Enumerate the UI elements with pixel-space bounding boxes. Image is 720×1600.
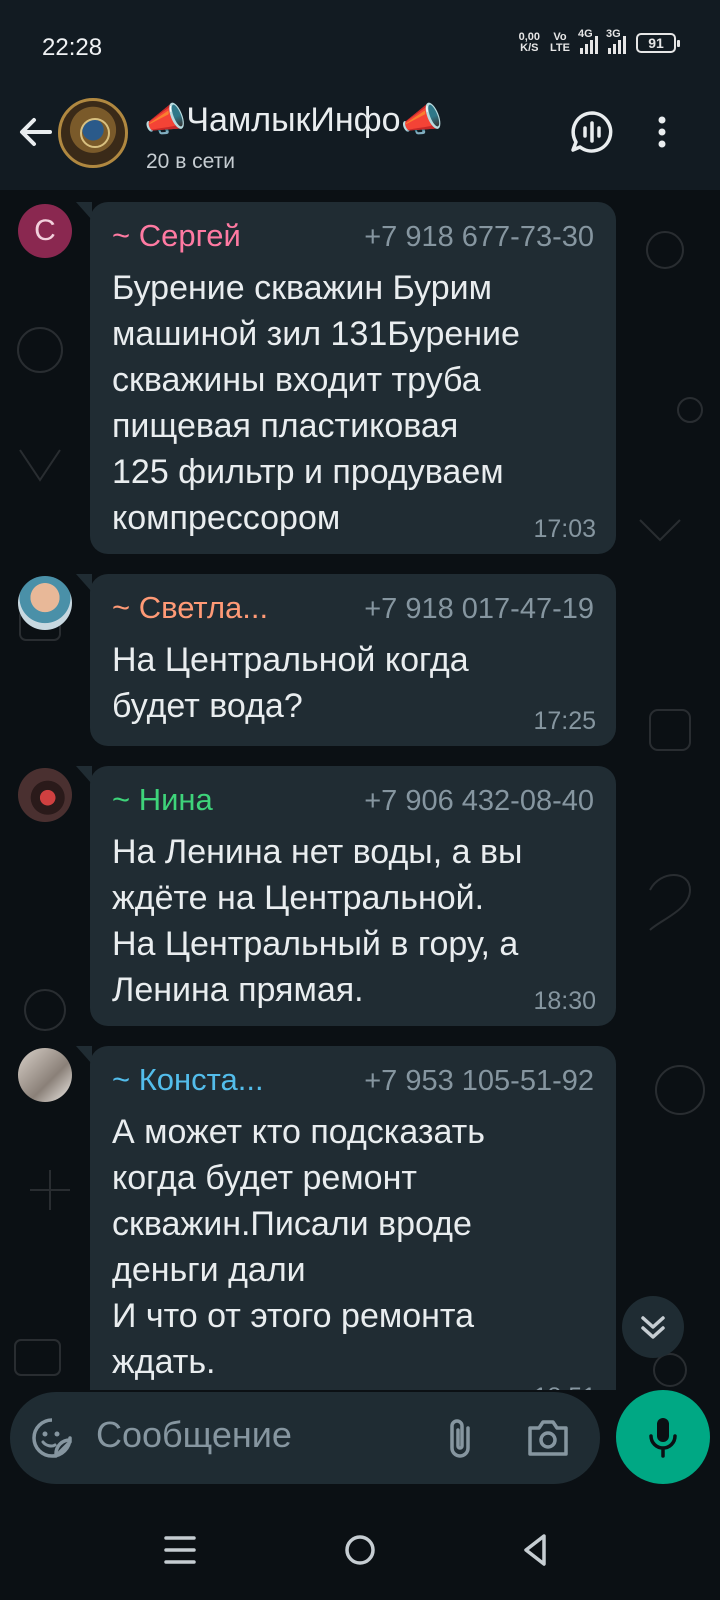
online-count: 20 в сети (146, 150, 236, 173)
message-header: ~ Светла... +7 918 017-47-19 (112, 588, 594, 629)
signal-3g-icon: 3G (606, 28, 626, 54)
chat-header: 📣ЧамлыкИнфо📣 20 в сети (0, 90, 720, 190)
sender-avatar[interactable] (18, 768, 72, 822)
volte-icon: Vo LTE (550, 31, 570, 54)
message-time: 17:25 (533, 707, 596, 735)
sender-name[interactable]: ~ Нина (112, 780, 213, 820)
sender-name[interactable]: ~ Конста... (112, 1060, 264, 1100)
sender-phone[interactable]: +7 906 432-08-40 (364, 781, 594, 821)
message-composer[interactable]: Сообщение (10, 1392, 600, 1484)
message-text: На Ленина нет воды, а вы ждёте на Центра… (112, 833, 532, 1009)
network-speed: 0,00 K/S (518, 31, 541, 54)
message-bubble[interactable]: ~ Конста... +7 953 105-51-92 А может кто… (76, 1046, 616, 1410)
sender-phone[interactable]: +7 918 017-47-19 (364, 589, 594, 629)
message-header: ~ Нина +7 906 432-08-40 (112, 780, 594, 821)
more-options-icon[interactable] (652, 108, 700, 156)
message-time: 17:03 (533, 515, 596, 543)
battery-icon: 91 (636, 33, 680, 53)
clock: 22:28 (42, 34, 103, 61)
composer-bar: Сообщение (0, 1390, 720, 1500)
status-bar: 22:28 0,00 K/S Vo LTE 4G 3G 91 (0, 0, 720, 90)
signal-4g-icon: 4G (578, 28, 598, 54)
sender-name[interactable]: ~ Светла... (112, 588, 268, 628)
scroll-to-bottom-button[interactable] (622, 1296, 684, 1358)
system-icons: 0,00 K/S Vo LTE 4G 3G 91 (518, 28, 680, 54)
microphone-icon (649, 1418, 677, 1458)
double-chevron-down-icon (641, 1316, 665, 1339)
sender-name[interactable]: ~ Сергей (112, 216, 241, 256)
voice-record-button[interactable] (616, 1390, 710, 1484)
paperclip-icon[interactable] (440, 1414, 484, 1462)
message-header: ~ Конста... +7 953 105-51-92 (112, 1060, 594, 1101)
message-bubble[interactable]: ~ Светла... +7 918 017-47-19 На Централь… (76, 574, 616, 746)
message-input[interactable]: Сообщение (96, 1414, 292, 1456)
message-text: А может кто подсказать когда будет ремон… (112, 1113, 485, 1381)
sender-phone[interactable]: +7 953 105-51-92 (364, 1061, 594, 1101)
sender-avatar[interactable] (18, 1048, 72, 1102)
camera-icon[interactable] (524, 1416, 572, 1460)
back-nav-icon[interactable] (512, 1526, 560, 1574)
sender-avatar[interactable]: С (18, 204, 72, 258)
group-title[interactable]: 📣ЧамлыкИнфо📣 (144, 100, 443, 140)
group-avatar[interactable] (58, 98, 128, 168)
system-navigation-bar (0, 1500, 720, 1600)
message-text: На Центральной когда будет вода? (112, 641, 479, 725)
message-header: ~ Сергей +7 918 677-73-30 (112, 216, 594, 257)
sender-avatar[interactable] (18, 576, 72, 630)
message-time: 18:30 (533, 987, 596, 1015)
sticker-icon[interactable] (30, 1416, 74, 1460)
home-icon[interactable] (336, 1526, 384, 1574)
message-list[interactable]: С ~ Сергей +7 918 677-73-30 Бурение сква… (0, 190, 720, 1410)
message-bubble[interactable]: ~ Нина +7 906 432-08-40 На Ленина нет во… (76, 766, 616, 1026)
message-text: Бурение скважин Бурим машиной зил 131Бур… (112, 269, 530, 537)
sender-phone[interactable]: +7 918 677-73-30 (364, 217, 594, 257)
voice-chat-icon[interactable] (568, 108, 616, 156)
back-arrow-icon[interactable] (14, 110, 58, 154)
message-bubble[interactable]: ~ Сергей +7 918 677-73-30 Бурение скважи… (76, 202, 616, 554)
recent-apps-icon[interactable] (156, 1526, 204, 1574)
